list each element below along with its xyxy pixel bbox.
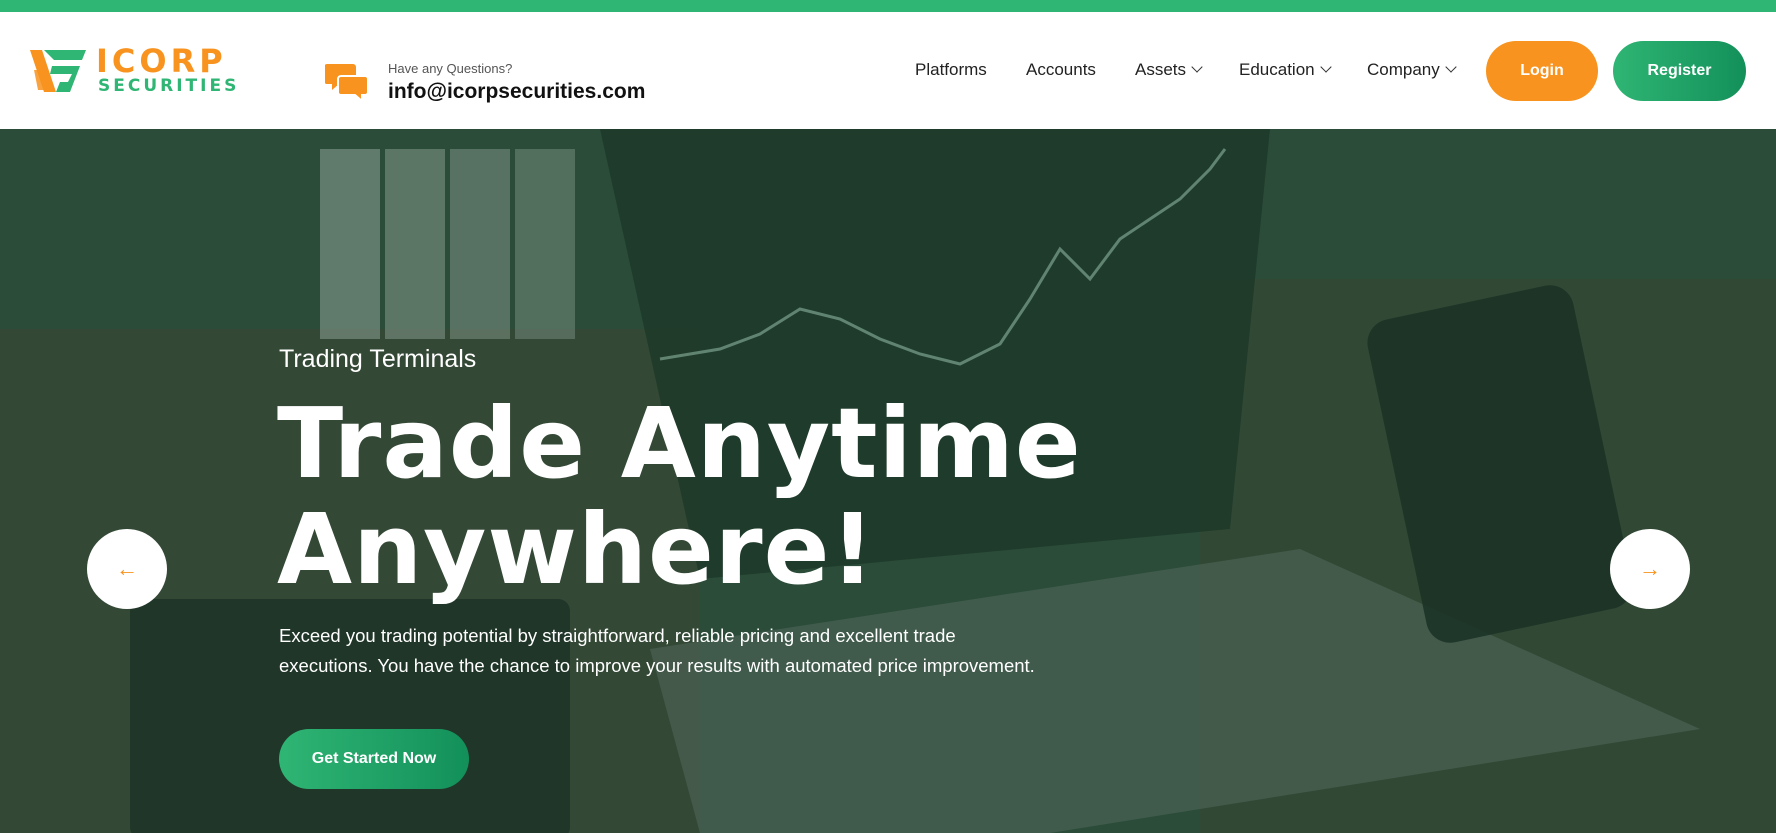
nav-item-education[interactable]: Education: [1239, 60, 1332, 80]
nav-item-label: Assets: [1135, 60, 1187, 79]
contact-question: Have any Questions?: [388, 61, 513, 76]
get-started-button[interactable]: Get Started Now: [279, 729, 469, 789]
hero-slider: Trading Terminals Trade Anytime Anywhere…: [0, 129, 1776, 833]
hero-title: Trade Anytime Anywhere!: [277, 391, 1082, 603]
chevron-down-icon: [1445, 61, 1457, 73]
slider-next-button[interactable]: →: [1610, 529, 1690, 609]
logo-wordmark-primary: ICORP: [96, 42, 227, 80]
hero-subtitle: Trading Terminals: [279, 345, 477, 373]
register-button[interactable]: Register: [1613, 41, 1746, 101]
logo-mark-icon: [30, 50, 86, 92]
chevron-down-icon: [1191, 61, 1203, 73]
chat-bubbles-icon: [325, 64, 369, 102]
hero-description: Exceed you trading potential by straight…: [279, 625, 1035, 676]
nav-item-label: Company: [1367, 60, 1440, 79]
nav-item-accounts[interactable]: Accounts: [1026, 60, 1096, 80]
hero-title-line: Trade Anytime: [277, 387, 1082, 500]
arrow-right-icon: →: [1639, 556, 1661, 581]
nav-item-label: Education: [1239, 60, 1315, 79]
chevron-down-icon: [1319, 61, 1332, 73]
hero-title-line: Anywhere!: [277, 493, 876, 606]
contact-email-link[interactable]: info@icorpsecurities.com: [388, 80, 645, 104]
arrow-left-icon: ←: [116, 556, 138, 581]
logo-wordmark-secondary: SECURITIES: [98, 76, 240, 96]
slider-prev-button[interactable]: ←: [87, 529, 167, 609]
site-logo[interactable]: ICORP SECURITIES: [30, 42, 236, 98]
nav-item-assets[interactable]: Assets: [1135, 60, 1203, 80]
login-button[interactable]: Login: [1486, 41, 1598, 101]
nav-item-platforms[interactable]: Platforms: [915, 60, 987, 80]
nav-item-company[interactable]: Company: [1367, 60, 1457, 80]
nav-item-label: Accounts: [1026, 60, 1096, 79]
nav-item-label: Platforms: [915, 60, 987, 79]
top-accent-bar: [0, 0, 1776, 12]
site-header: ICORP SECURITIES Have any Questions? inf…: [0, 12, 1776, 129]
